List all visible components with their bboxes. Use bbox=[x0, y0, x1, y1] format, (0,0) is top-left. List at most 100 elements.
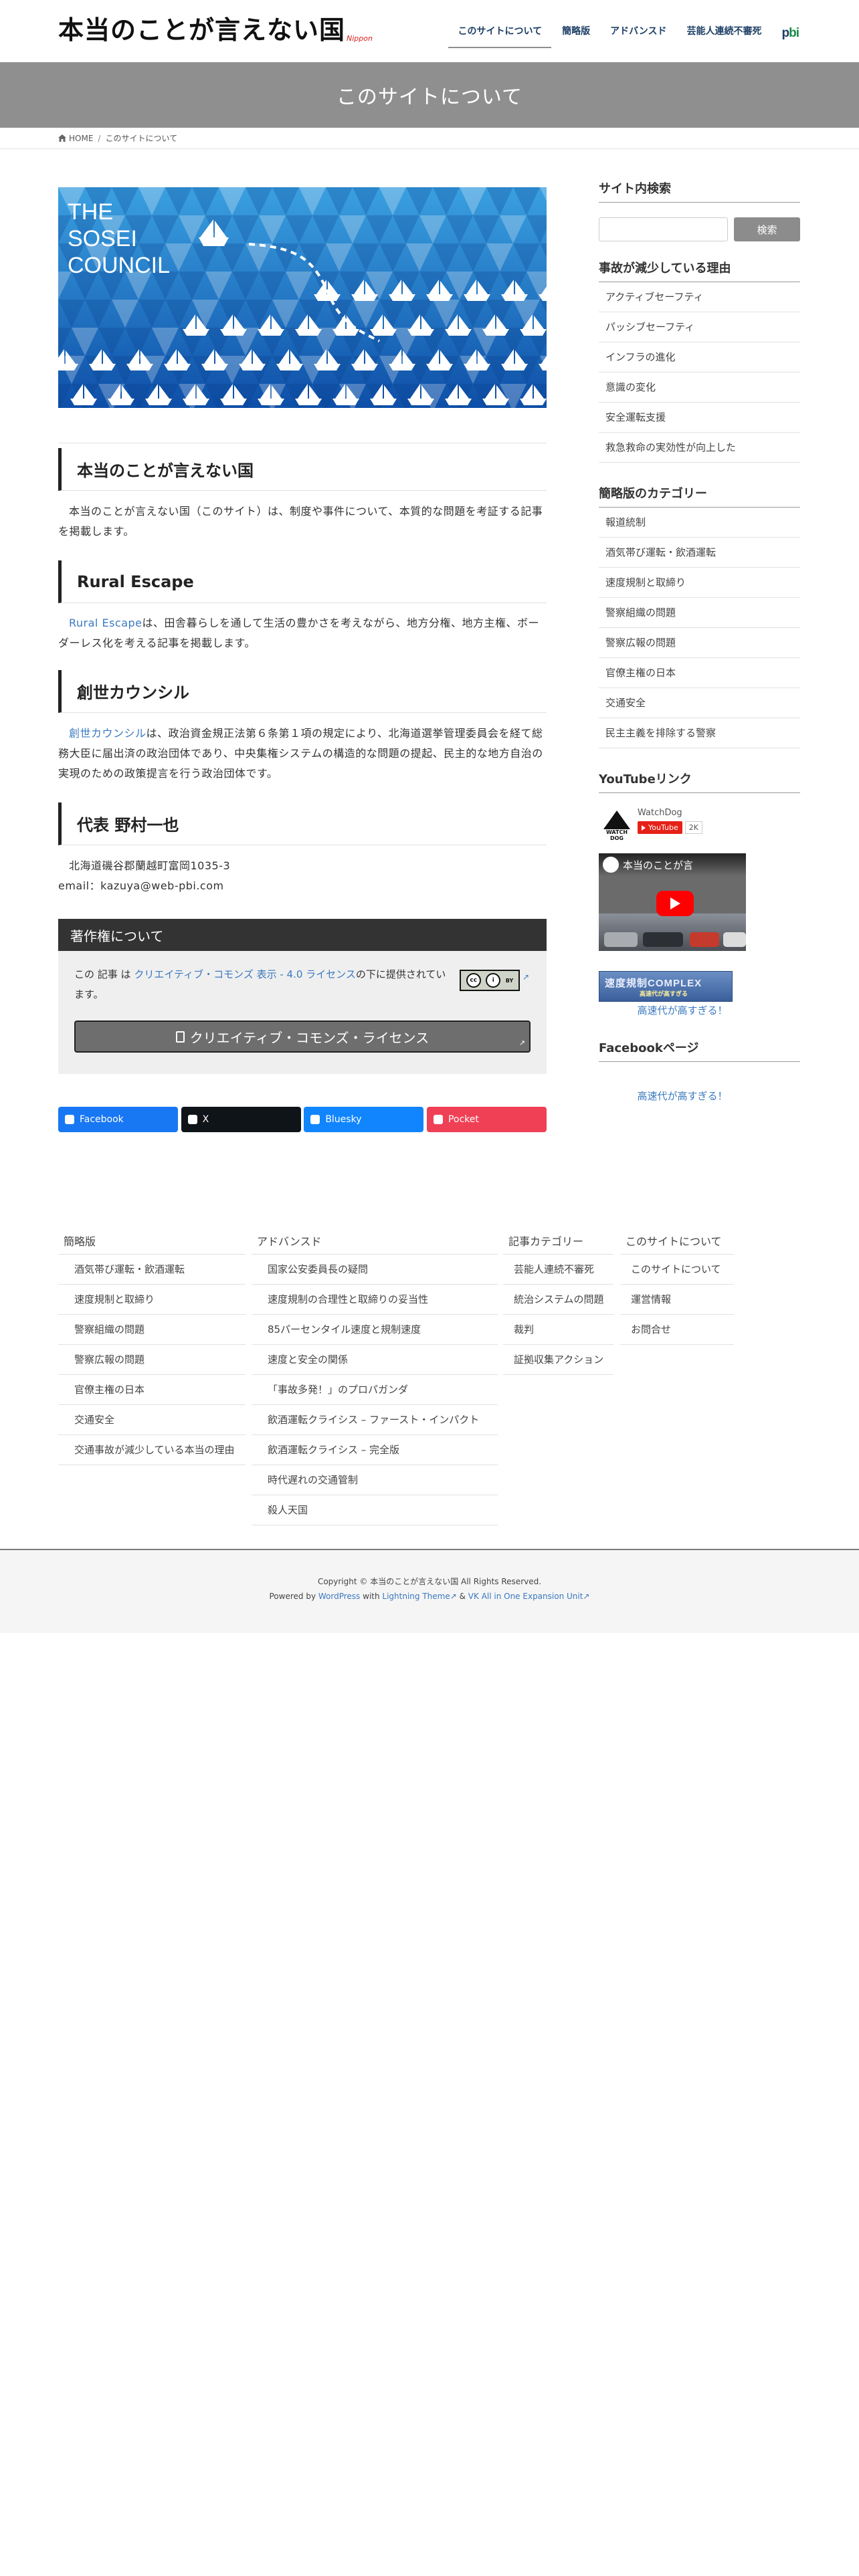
footer-link[interactable]: 統治システムの問題 bbox=[503, 1285, 613, 1315]
expressway-link-2[interactable]: 高速代が高すぎる！ bbox=[599, 1089, 766, 1103]
wordpress-link[interactable]: WordPress bbox=[318, 1592, 360, 1601]
external-link-icon: ↗ bbox=[450, 1592, 457, 1601]
sidebar-categories-list: 報道統制 酒気帯び運転・飲酒運転 速度規制と取締り 警察組織の問題 警察広報の問… bbox=[599, 508, 800, 748]
sidebar-item-category[interactable]: 報道統制 bbox=[599, 508, 800, 538]
pbi-logo-link[interactable]: pbi bbox=[782, 26, 799, 41]
youtube-channel-name: WatchDog bbox=[638, 808, 682, 818]
footer-col-title: 簡略版 bbox=[58, 1227, 246, 1255]
speed-complex-banner[interactable]: 速度規制COMPLEX 高速代が高すぎる bbox=[599, 971, 733, 1002]
facebook-icon bbox=[65, 1115, 74, 1124]
by-label: BY bbox=[505, 977, 514, 984]
sidebar-item-category[interactable]: 民主主義を排除する警察 bbox=[599, 718, 800, 748]
hero-title-line1: THE bbox=[68, 199, 113, 225]
cc-badge[interactable]: cc i BY bbox=[460, 970, 520, 991]
copyright-text: Copyright © 本当のことが言えない国 All Rights Reser… bbox=[317, 1577, 542, 1586]
section-heading-council: 創世カウンシル bbox=[58, 670, 547, 713]
nav-item-about[interactable]: このサイトについて bbox=[448, 20, 551, 48]
footer-col-advanced: アドバンスド 国家公安委員長の疑問 速度規制の合理性と取締りの妥当性 85パーセ… bbox=[252, 1227, 498, 1525]
breadcrumb-home[interactable]: HOME bbox=[69, 134, 93, 143]
sidebar-item-reason[interactable]: インフラの進化 bbox=[599, 342, 800, 372]
breadcrumb-separator: / bbox=[98, 133, 101, 143]
footer-link[interactable]: 速度規制と取締り bbox=[58, 1285, 246, 1315]
global-nav: このサイトについて 簡略版 アドバンスド 芸能人連続不審死 pbi bbox=[438, 20, 799, 48]
share-pocket-button[interactable]: Pocket bbox=[426, 1107, 547, 1132]
watchdog-avatar-label: WATCH DOG bbox=[605, 829, 628, 841]
lightning-theme-link[interactable]: Lightning Theme bbox=[382, 1592, 450, 1601]
footer-col-title: このサイトについて bbox=[620, 1227, 734, 1255]
footer-link[interactable]: 時代遅れの交通管制 bbox=[252, 1465, 498, 1495]
footer-col-simple: 簡略版 酒気帯び運転・飲酒運転 速度規制と取締り 警察組織の問題 警察広報の問題… bbox=[58, 1227, 246, 1465]
footer-link[interactable]: 国家公安委員長の疑問 bbox=[252, 1255, 498, 1285]
search-button[interactable]: 検索 bbox=[734, 217, 800, 241]
footer-link[interactable]: お問合せ bbox=[620, 1315, 734, 1345]
search-input[interactable] bbox=[599, 217, 728, 241]
cc-license-button[interactable]: クリエイティブ・コモンズ・ライセンス ↗ bbox=[74, 1021, 531, 1053]
sidebar-item-reason[interactable]: 意識の変化 bbox=[599, 372, 800, 403]
site-logo[interactable]: 本当のことが言えない国 Nippon bbox=[58, 13, 373, 47]
nav-item-simple[interactable]: 簡略版 bbox=[562, 20, 590, 47]
video-title-bar: 本当のことが言 bbox=[599, 853, 746, 876]
search-form: 検索 bbox=[599, 217, 800, 241]
share-buttons: Facebook X Bluesky Pocket bbox=[58, 1107, 547, 1132]
sidebar-item-category[interactable]: 警察組織の問題 bbox=[599, 598, 800, 628]
footer-link[interactable]: 85パーセンタイル速度と規制速度 bbox=[252, 1315, 498, 1345]
logo-sub: Nippon bbox=[347, 34, 373, 43]
sidebar-item-reason[interactable]: パッシブセーフティ bbox=[599, 312, 800, 342]
section-heading-about: 本当のことが言えない国 bbox=[58, 448, 547, 491]
sosei-council-link[interactable]: 創世カウンシル bbox=[69, 727, 147, 740]
footer-link[interactable]: 警察組織の問題 bbox=[58, 1315, 246, 1345]
youtube-subscribe-button[interactable]: YouTube bbox=[638, 821, 682, 834]
footer-link[interactable]: 速度規制の合理性と取締りの妥当性 bbox=[252, 1285, 498, 1315]
section-text-rural: Rural Escapeは、田舎暮らしを通して生活の豊かさを考えながら、地方分権… bbox=[58, 617, 540, 649]
sidebar-item-category[interactable]: 警察広報の問題 bbox=[599, 628, 800, 658]
footer-link[interactable]: 交通事故が減少している本当の理由 bbox=[58, 1435, 246, 1465]
footer-col-about: このサイトについて このサイトについて 運営情報 お問合せ bbox=[620, 1227, 734, 1345]
external-link-icon: ↗ bbox=[518, 1039, 525, 1047]
sidebar-reasons-list: アクティブセーフティ パッシブセーフティ インフラの進化 意識の変化 安全運転支… bbox=[599, 282, 800, 463]
share-x-button[interactable]: X bbox=[181, 1107, 301, 1132]
nav-item-celebrity[interactable]: 芸能人連続不審死 bbox=[687, 20, 762, 47]
nav-item-advanced[interactable]: アドバンスド bbox=[610, 20, 666, 47]
footer-link[interactable]: 交通安全 bbox=[58, 1405, 246, 1435]
footer-link[interactable]: 芸能人連続不審死 bbox=[503, 1255, 613, 1285]
breadcrumb-current: このサイトについて bbox=[105, 134, 178, 143]
sidebar-item-category[interactable]: 酒気帯び運転・飲酒運転 bbox=[599, 538, 800, 568]
play-icon bbox=[670, 897, 680, 909]
sidebar-categories-title: 簡略版のカテゴリー bbox=[599, 484, 800, 508]
footer-link[interactable]: 飲酒運転クライシス – ファースト・インパクト bbox=[252, 1405, 498, 1435]
video-play-button[interactable] bbox=[656, 891, 694, 916]
copyright-box: 著作権について この 記事 は クリエイティブ・コモンズ 表示 - 4.0 ライ… bbox=[58, 919, 547, 1074]
pocket-icon bbox=[433, 1115, 443, 1124]
footer-link[interactable]: 官僚主権の日本 bbox=[58, 1375, 246, 1405]
footer-link[interactable]: 裁判 bbox=[503, 1315, 613, 1345]
sidebar-item-category[interactable]: 交通安全 bbox=[599, 688, 800, 718]
footer-link[interactable]: 警察広報の問題 bbox=[58, 1345, 246, 1375]
external-link-icon: ↗ bbox=[522, 972, 530, 982]
youtube-video-embed[interactable]: 本当のことが言 bbox=[599, 853, 746, 951]
rural-escape-link[interactable]: Rural Escape bbox=[69, 617, 142, 629]
footer-link[interactable]: 速度と安全の関係 bbox=[252, 1345, 498, 1375]
sidebar-item-reason[interactable]: アクティブセーフティ bbox=[599, 282, 800, 312]
youtube-subscriber-count: 2K bbox=[684, 821, 702, 834]
sidebar-item-category[interactable]: 速度規制と取締り bbox=[599, 568, 800, 598]
footer-link[interactable]: 運営情報 bbox=[620, 1285, 734, 1315]
sidebar-item-category[interactable]: 官僚主権の日本 bbox=[599, 658, 800, 688]
expressway-link[interactable]: 高速代が高すぎる！ bbox=[599, 1003, 766, 1017]
share-facebook-button[interactable]: Facebook bbox=[58, 1107, 178, 1132]
share-bluesky-button[interactable]: Bluesky bbox=[304, 1107, 424, 1132]
footer-link[interactable]: 飲酒運転クライシス – 完全版 bbox=[252, 1435, 498, 1465]
banner-subtitle: 高速代が高すぎる bbox=[640, 991, 688, 998]
youtube-subscribe: YouTube 2K bbox=[638, 821, 702, 834]
vk-plugin-link[interactable]: VK All in One Expansion Unit bbox=[468, 1592, 583, 1601]
watchdog-avatar[interactable]: WATCH DOG bbox=[599, 805, 635, 841]
footer-link[interactable]: 「事故多発！」のプロパガンダ bbox=[252, 1375, 498, 1405]
sidebar-item-reason[interactable]: 安全運転支援 bbox=[599, 403, 800, 433]
footer-link[interactable]: このサイトについて bbox=[620, 1255, 734, 1285]
footer-link[interactable]: 証拠収集アクション bbox=[503, 1345, 613, 1375]
sidebar-item-reason[interactable]: 救急救命の実効性が向上した bbox=[599, 433, 800, 463]
cc-license-link[interactable]: クリエイティブ・コモンズ 表示 - 4.0 ライセンス bbox=[134, 968, 356, 980]
hero-title-line2: SOSEI bbox=[68, 226, 137, 251]
sidebar: サイト内検索 検索 事故が減少している理由 アクティブセーフティ パッシブセーフ… bbox=[599, 179, 800, 1103]
footer-link[interactable]: 酒気帯び運転・飲酒運転 bbox=[58, 1255, 246, 1285]
footer-link[interactable]: 殺人天国 bbox=[252, 1495, 498, 1525]
